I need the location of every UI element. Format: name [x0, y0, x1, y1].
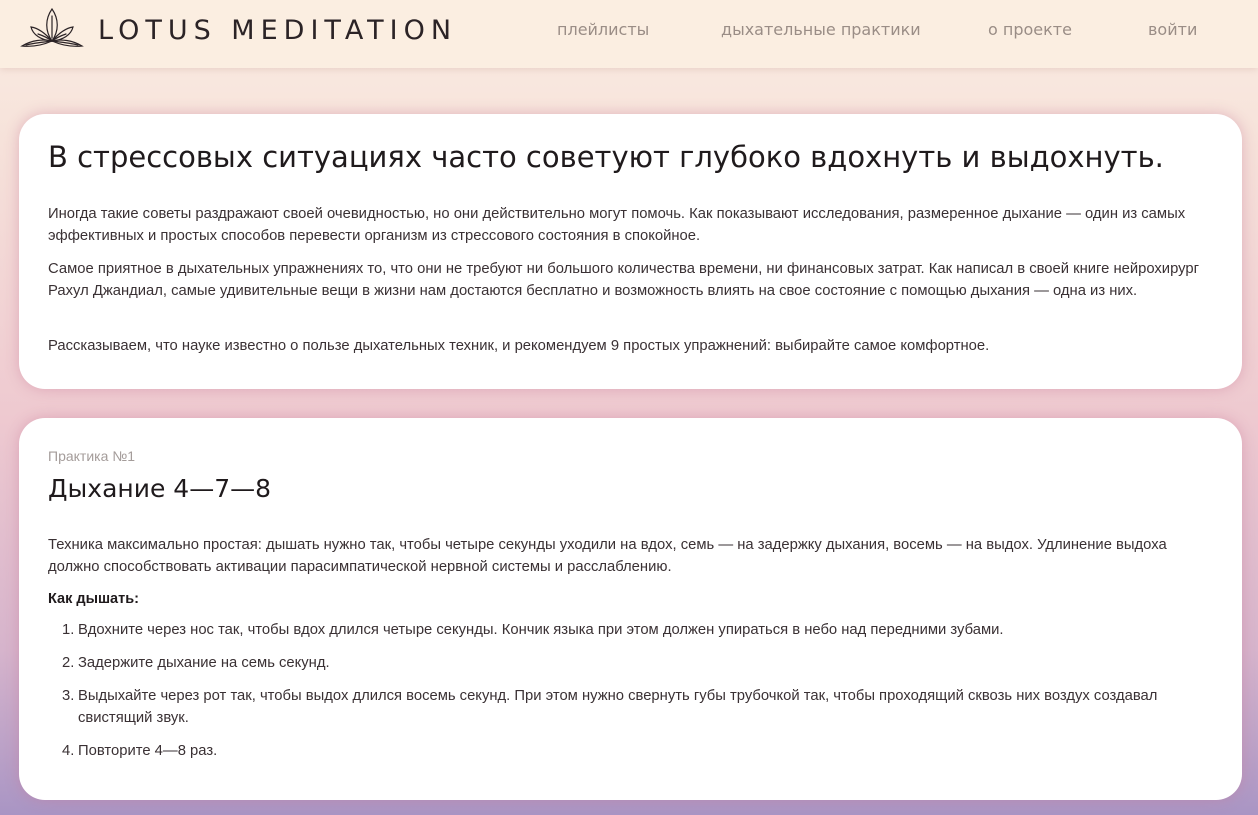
intro-paragraph: Иногда такие советы раздражают своей оче… [48, 206, 1186, 244]
intro-paragraph: Самое приятное в дыхательных упражнениях… [48, 261, 1199, 299]
nav-link-playlists[interactable]: плейлисты [557, 20, 649, 39]
step-item: 3. Выдыхайте через рот так, чтобы выдох … [62, 685, 1202, 729]
step-text: Вдохните через нос так, чтобы вдох длилс… [78, 622, 1004, 638]
top-navigation-bar: LOTUS MEDITATION плейлисты дыхательные п… [0, 0, 1258, 68]
step-number: 4. [62, 743, 75, 759]
step-text: Задержите дыхание на семь секунд. [78, 655, 330, 671]
practice-description: Техника максимально простая: дышать нужн… [48, 537, 1167, 575]
intro-card: В стрессовых ситуациях часто советуют гл… [19, 114, 1242, 389]
intro-paragraph: Рассказываем, что науке известно о польз… [48, 338, 990, 354]
step-item: 4. Повторите 4—8 раз. [62, 740, 1202, 762]
practice-number-label: Практика №1 [48, 448, 136, 464]
practice-title: Дыхание 4—7—8 [48, 474, 272, 503]
step-item: 1. Вдохните через нос так, чтобы вдох дл… [62, 619, 1202, 641]
step-number: 1. [62, 622, 75, 638]
step-number: 3. [62, 688, 75, 704]
nav-link-about[interactable]: о проекте [988, 20, 1072, 39]
article-title: В стрессовых ситуациях часто советуют гл… [48, 140, 1164, 174]
step-text: Повторите 4—8 раз. [78, 743, 218, 759]
lotus-icon [18, 5, 86, 56]
how-to-breathe-heading: Как дышать: [48, 591, 139, 607]
brand-logo-link[interactable]: LOTUS MEDITATION [18, 4, 457, 56]
step-number: 2. [62, 655, 75, 671]
practice-card: Практика №1 Дыхание 4—7—8 Техника максим… [19, 418, 1242, 800]
steps-list: 1. Вдохните через нос так, чтобы вдох дл… [62, 619, 1202, 773]
nav-link-breathing-practices[interactable]: дыхательные практики [721, 20, 921, 39]
step-item: 2. Задержите дыхание на семь секунд. [62, 652, 1202, 674]
brand-name: LOTUS MEDITATION [98, 14, 458, 46]
nav-link-login[interactable]: войти [1148, 20, 1197, 39]
step-text: Выдыхайте через рот так, чтобы выдох дли… [78, 688, 1158, 726]
